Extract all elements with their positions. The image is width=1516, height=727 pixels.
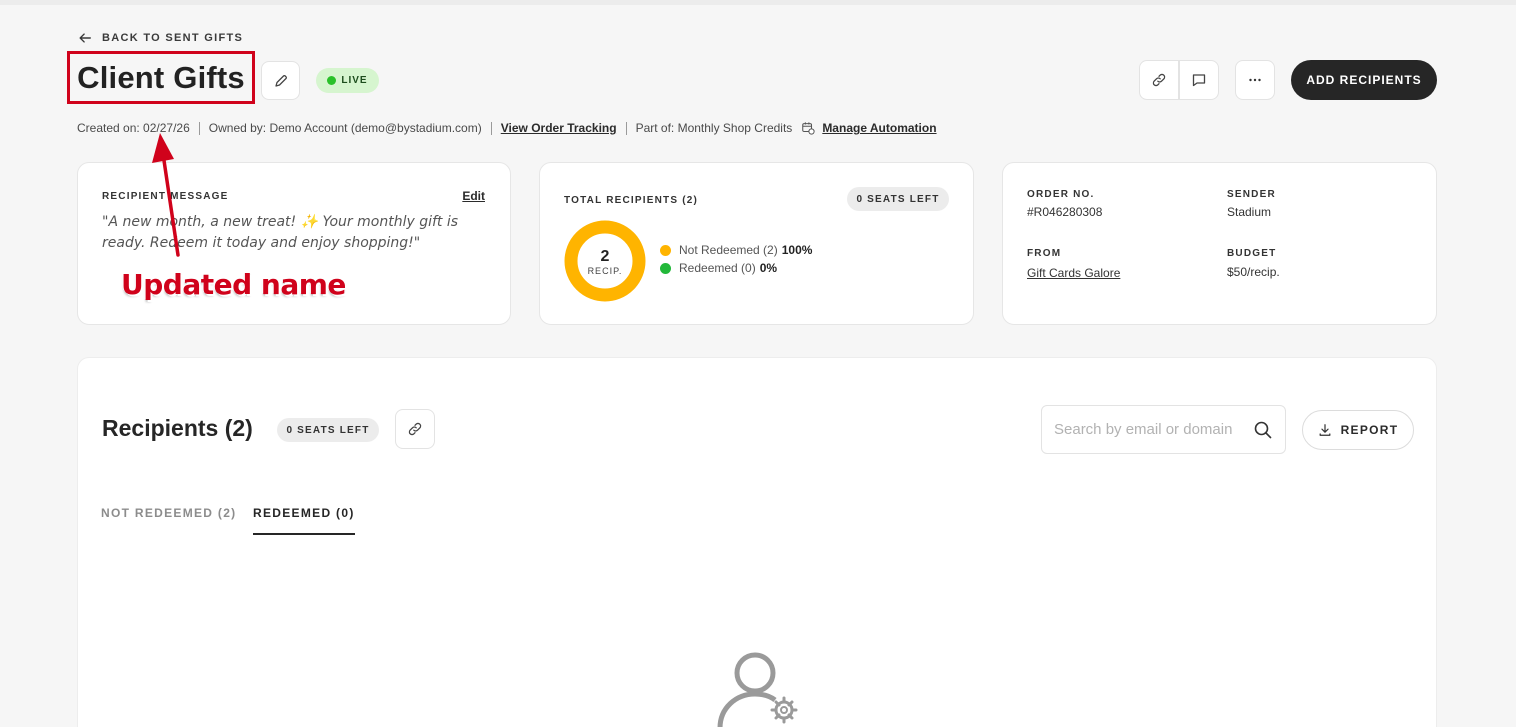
edit-title-button[interactable] (261, 61, 300, 100)
total-recipients-card: TOTAL RECIPIENTS (2) 0 SEATS LEFT 2 RECI… (539, 162, 974, 325)
link-icon (408, 422, 422, 436)
total-recipients-label: TOTAL RECIPIENTS (2) (564, 195, 699, 206)
meta-divider (490, 121, 492, 135)
order-details-card: ORDER NO. #R046280308 SENDER Stadium FRO… (1002, 162, 1437, 325)
add-recipients-button[interactable]: ADD RECIPIENTS (1291, 60, 1437, 100)
calendar-refresh-icon (802, 122, 815, 135)
annotation-label: Updated name (121, 268, 346, 301)
order-no-value: #R046280308 (1027, 205, 1103, 219)
comment-button[interactable] (1179, 60, 1219, 100)
comment-icon (1192, 74, 1206, 87)
edit-message-link[interactable]: Edit (462, 189, 485, 203)
link-icon (1152, 73, 1166, 87)
view-order-tracking-link[interactable]: View Order Tracking (501, 121, 617, 135)
recipients-panel: Recipients (2) 0 SEATS LEFT REPORT NOT R… (77, 357, 1437, 727)
search-input[interactable] (1054, 421, 1244, 438)
tab-redeemed[interactable]: REDEEMED (0) (253, 506, 355, 535)
redeemed-swatch (660, 262, 671, 274)
from-vendor-link[interactable]: Gift Cards Galore (1027, 266, 1120, 280)
status-label: LIVE (341, 75, 368, 86)
recipients-seats-left-badge: 0 SEATS LEFT (277, 418, 379, 442)
tab-not-redeemed[interactable]: NOT REDEEMED (2) (101, 506, 236, 533)
report-label: REPORT (1340, 423, 1399, 437)
meta-divider (625, 121, 627, 135)
from-label: FROM (1027, 248, 1062, 259)
download-icon (1319, 424, 1331, 436)
legend-redeemed: Redeemed (0) 0% (660, 261, 777, 275)
copy-link-button[interactable] (1139, 60, 1179, 100)
part-of-info: Part of: Monthly Shop Credits (635, 121, 793, 135)
redeemed-label: Redeemed (0) (679, 261, 756, 275)
donut-label: RECIP. (588, 266, 623, 276)
donut-number: 2 (601, 248, 610, 265)
page-title: Client Gifts (77, 59, 245, 95)
seats-left-badge: 0 SEATS LEFT (847, 187, 949, 211)
not-redeemed-pct: 100% (781, 243, 813, 257)
more-options-button[interactable] (1235, 60, 1275, 100)
arrow-left-icon (79, 33, 91, 43)
empty-state-user-settings-icon (717, 652, 798, 727)
owner-info: Owned by: Demo Account (demo@bystadium.c… (208, 121, 482, 135)
live-dot-icon (327, 76, 337, 85)
redeemed-pct: 0% (759, 261, 778, 275)
pencil-icon (274, 74, 287, 87)
budget-value: $50/recip. (1227, 265, 1280, 279)
recipients-heading: Recipients (2) (102, 415, 253, 441)
gift-meta-line: Created on: 02/27/26 Owned by: Demo Acco… (77, 121, 937, 135)
sender-value: Stadium (1227, 205, 1272, 219)
report-button[interactable]: REPORT (1302, 410, 1414, 450)
search-box (1041, 405, 1286, 454)
back-label: BACK TO SENT GIFTS (102, 32, 244, 44)
not-redeemed-label: Not Redeemed (2) (679, 243, 778, 257)
status-badge: LIVE (316, 68, 379, 93)
order-no-label: ORDER NO. (1027, 189, 1095, 200)
back-to-sent-gifts-link[interactable]: BACK TO SENT GIFTS (78, 31, 243, 45)
top-divider (0, 0, 1516, 5)
recipients-donut-chart: 2 RECIP. (564, 220, 646, 302)
title-highlight-box: Client Gifts (67, 51, 255, 104)
more-horizontal-icon (1249, 78, 1261, 82)
budget-label: BUDGET (1227, 248, 1277, 259)
manage-automation-link[interactable]: Manage Automation (822, 121, 936, 135)
recipients-copy-link-button[interactable] (395, 409, 435, 449)
search-icon[interactable] (1253, 420, 1273, 440)
annotation-arrow-icon (152, 133, 180, 257)
sender-label: SENDER (1227, 189, 1276, 200)
legend-not-redeemed: Not Redeemed (2) 100% (660, 243, 812, 257)
not-redeemed-swatch (660, 244, 671, 256)
